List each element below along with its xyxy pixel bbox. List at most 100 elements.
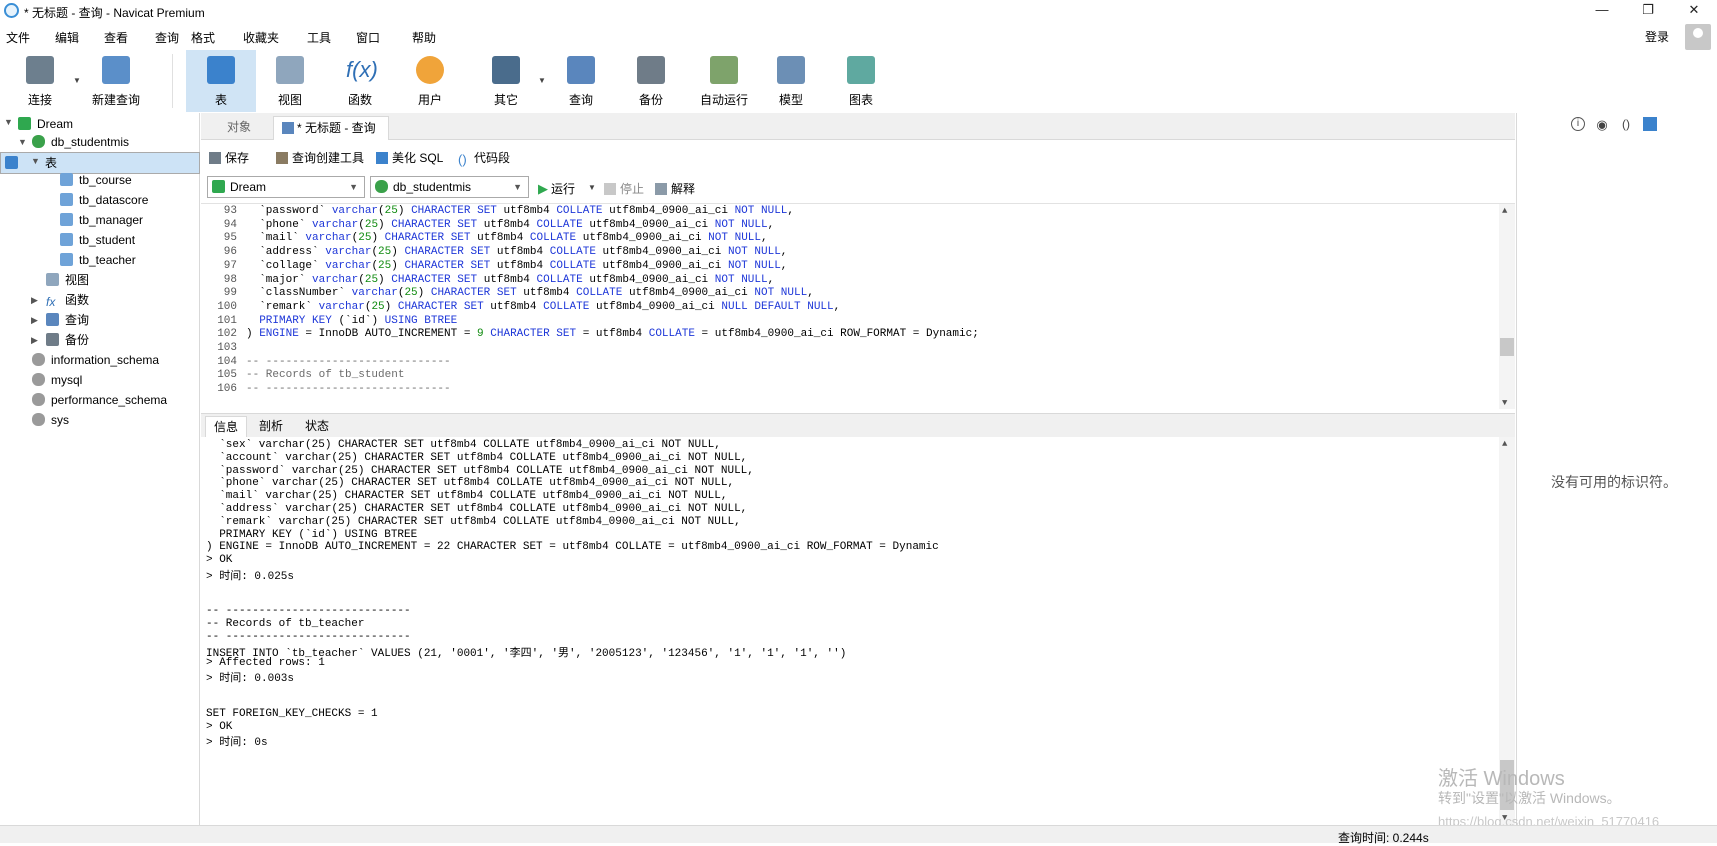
scroll-up-icon[interactable]: ▲ <box>1502 206 1507 216</box>
tree-table-item[interactable]: tb_manager <box>60 211 143 231</box>
scrollbar-thumb[interactable] <box>1500 338 1514 356</box>
tree-table-item[interactable]: tb_course <box>60 171 132 191</box>
grid-icon[interactable] <box>1643 117 1657 131</box>
status-bar: 查询时间: 0.244s <box>0 825 1717 845</box>
snippet-icon: () <box>458 152 467 167</box>
activate-windows-hint: 转到"设置"以激活 Windows。 <box>1438 790 1621 806</box>
login-link[interactable]: 登录 <box>1645 28 1669 45</box>
tab-status[interactable]: 状态 <box>297 416 337 438</box>
others-button[interactable]: 其它 <box>474 50 538 112</box>
beautify-sql-button[interactable]: 美化 SQL <box>376 149 443 166</box>
builder-icon <box>276 152 288 164</box>
stop-button[interactable]: 停止 <box>604 180 644 197</box>
code-line: `collage` varchar(25) CHARACTER SET utf8… <box>246 259 788 272</box>
close-button[interactable]: ✕ <box>1671 0 1717 22</box>
tab-message[interactable]: 信息 <box>205 416 248 438</box>
sql-editor[interactable]: 93 `password` varchar(25) CHARACTER SET … <box>201 203 1515 409</box>
tab-profile[interactable]: 剖析 <box>251 416 291 438</box>
collapse-arrow-icon[interactable]: ▼ <box>18 137 27 147</box>
menu-view[interactable]: 查看 <box>104 29 128 46</box>
run-dropdown-icon[interactable]: ▼ <box>588 183 596 192</box>
collapse-arrow-icon[interactable]: ▼ <box>4 117 13 127</box>
connect-dropdown-icon[interactable]: ▼ <box>73 76 81 85</box>
result-line: -- ---------------------------- <box>206 605 411 618</box>
user-button[interactable]: 用户 <box>398 50 462 112</box>
menu-edit[interactable]: 编辑 <box>55 29 79 46</box>
code-line: `address` varchar(25) CHARACTER SET utf8… <box>246 246 788 259</box>
line-number: 93 <box>223 205 237 217</box>
avatar-icon[interactable] <box>1685 24 1711 50</box>
backup-button[interactable]: 备份 <box>619 50 683 112</box>
line-number: 100 <box>217 300 237 313</box>
tree-backups-group[interactable]: 备份 <box>46 331 89 351</box>
expand-arrow-icon[interactable]: ▶ <box>31 335 38 346</box>
database-icon <box>32 135 45 148</box>
run-button[interactable]: ▶ 运行 <box>538 180 575 197</box>
code-snippet-button[interactable]: () 代码段 <box>458 149 510 166</box>
others-dropdown-icon[interactable]: ▼ <box>538 76 546 85</box>
tree-table-item[interactable]: tb_student <box>60 231 135 251</box>
save-button[interactable]: 保存 <box>209 149 249 166</box>
database-select[interactable]: db_studentmis ▼ <box>370 176 529 198</box>
menu-favorites[interactable]: 收藏夹 <box>243 29 279 46</box>
function-button[interactable]: f(x) 函数 <box>328 50 392 112</box>
eye-icon[interactable]: ◉ <box>1595 117 1609 132</box>
tree-database-item[interactable]: mysql <box>32 371 82 391</box>
view-button[interactable]: 视图 <box>258 50 322 112</box>
menu-window[interactable]: 窗口 <box>356 29 380 46</box>
tree-functions-group[interactable]: fx 函数 <box>46 291 89 311</box>
connect-button[interactable]: 连接 <box>8 50 72 112</box>
menu-file[interactable]: 文件 <box>6 29 30 46</box>
collapse-arrow-icon[interactable]: ▼ <box>31 156 40 166</box>
menu-help[interactable]: 帮助 <box>412 29 436 46</box>
maximize-button[interactable]: ❐ <box>1625 0 1671 22</box>
explain-button[interactable]: 解释 <box>655 180 695 197</box>
query-icon <box>282 122 294 134</box>
tree-database-item[interactable]: sys <box>32 411 69 431</box>
chevron-down-icon: ▼ <box>513 182 522 192</box>
tree-views-group[interactable]: 视图 <box>46 271 89 291</box>
tree-database-item[interactable]: information_schema <box>32 351 159 371</box>
autorun-button[interactable]: 自动运行 <box>691 50 757 112</box>
result-line: > OK <box>206 554 233 567</box>
result-line: > Affected rows: 1 <box>206 656 325 669</box>
info-icon[interactable]: i <box>1571 117 1585 131</box>
editor-scrollbar[interactable]: ▲ ▼ <box>1499 204 1515 409</box>
tree-queries-group[interactable]: 查询 <box>46 311 89 331</box>
chart-button[interactable]: 图表 <box>829 50 893 112</box>
tree-database-item[interactable]: performance_schema <box>32 391 167 411</box>
menu-query[interactable]: 查询 <box>155 29 179 46</box>
result-line: `password` varchar(25) CHARACTER SET utf… <box>206 464 754 477</box>
model-button[interactable]: 模型 <box>759 50 823 112</box>
menu-bar: 文件 编辑 查看 查询 格式 收藏夹 工具 窗口 帮助 <box>0 24 1717 48</box>
expand-arrow-icon[interactable]: ▶ <box>31 295 38 306</box>
tree-connection[interactable]: Dream <box>18 115 73 135</box>
query-button[interactable]: 查询 <box>549 50 613 112</box>
line-number: 105 <box>217 369 237 382</box>
connection-select[interactable]: Dream ▼ <box>207 176 365 198</box>
minimize-button[interactable]: — <box>1579 0 1625 22</box>
info-panel: i ◉ () 没有可用的标识符。 <box>1516 113 1717 825</box>
database-name: mysql <box>51 373 83 387</box>
menu-tools[interactable]: 工具 <box>307 29 331 46</box>
toolbar-divider <box>172 54 173 108</box>
query-builder-button[interactable]: 查询创建工具 <box>276 149 364 166</box>
others-label: 其它 <box>493 93 518 107</box>
query-label: 查询 <box>568 93 593 107</box>
table-button[interactable]: 表 <box>186 50 256 112</box>
model-label: 模型 <box>778 93 803 107</box>
new-query-button[interactable]: 新建查询 <box>84 50 148 112</box>
scroll-down-icon[interactable]: ▼ <box>1502 398 1507 408</box>
backup-icon <box>637 56 665 84</box>
tab-objects[interactable]: 对象 <box>215 116 263 140</box>
menu-format[interactable]: 格式 <box>191 29 215 46</box>
scroll-up-icon[interactable]: ▲ <box>1502 439 1507 449</box>
tree-table-item[interactable]: tb_teacher <box>60 251 136 271</box>
parentheses-icon[interactable]: () <box>1619 117 1633 131</box>
tab-query[interactable]: * 无标题 - 查询 <box>273 116 389 140</box>
expand-arrow-icon[interactable]: ▶ <box>31 315 38 326</box>
database-icon <box>32 393 45 406</box>
tree-database[interactable]: db_studentmis <box>32 133 129 153</box>
tree-table-item[interactable]: tb_datascore <box>60 191 148 211</box>
line-number: 99 <box>223 287 237 300</box>
